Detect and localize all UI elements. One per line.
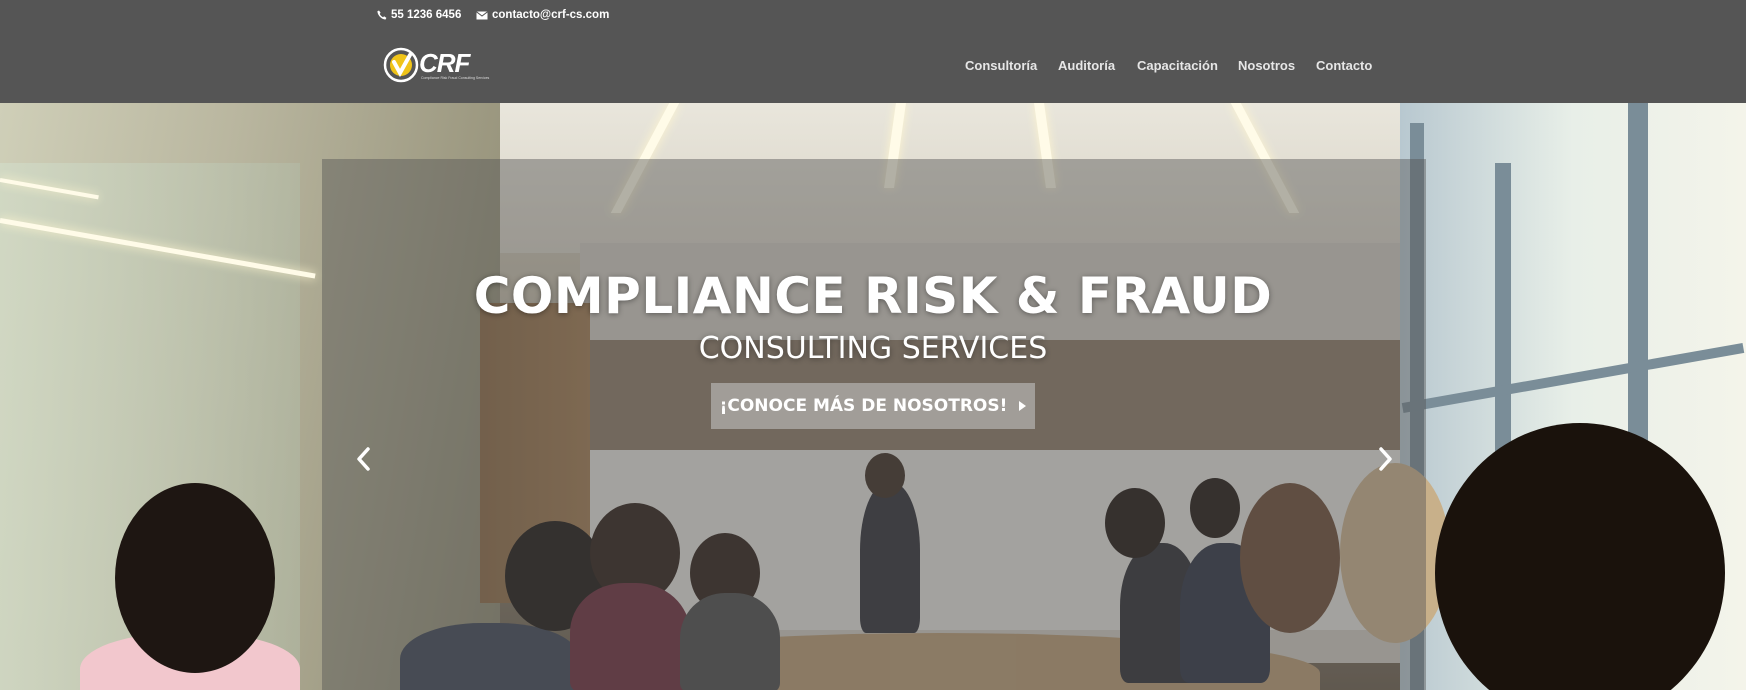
chevron-left-icon[interactable]	[352, 443, 376, 475]
nav-capacitacion[interactable]: Capacitación	[1137, 58, 1218, 73]
phone-contact[interactable]: 55 1236 6456	[377, 8, 461, 22]
nav-contacto[interactable]: Contacto	[1316, 58, 1372, 73]
nav-consultoria[interactable]: Consultoría	[965, 58, 1037, 73]
email-contact[interactable]: contacto@crf-cs.com	[476, 8, 609, 22]
learn-more-label: ¡CONOCE MÁS DE NOSOTROS!	[719, 396, 1008, 416]
site-logo[interactable]: CRF Compliance Risk Fraud Consulting Ser…	[383, 46, 489, 84]
logo-emblem	[383, 47, 419, 83]
logo-text: CRF	[419, 48, 470, 78]
phone-number: 55 1236 6456	[391, 9, 462, 21]
phone-icon	[377, 10, 387, 20]
envelope-icon	[476, 10, 488, 19]
nav-auditoria[interactable]: Auditoría	[1058, 58, 1115, 73]
chevron-right-icon[interactable]	[1373, 443, 1397, 475]
hero-title: COMPLIANCE RISK & FRAUD	[473, 267, 1273, 325]
site-header: CRF Compliance Risk Fraud Consulting Ser…	[0, 30, 1746, 103]
logo-subtext: Compliance Risk Fraud Consulting Service…	[421, 76, 490, 80]
nav-nosotros[interactable]: Nosotros	[1238, 58, 1295, 73]
hero-subtitle: CONSULTING SERVICES	[698, 331, 1048, 366]
learn-more-button[interactable]: ¡CONOCE MÁS DE NOSOTROS!	[711, 383, 1035, 429]
email-address: contacto@crf-cs.com	[492, 9, 610, 21]
top-bar: 55 1236 6456 contacto@crf-cs.com	[0, 0, 1746, 30]
play-triangle-icon	[1019, 401, 1027, 411]
